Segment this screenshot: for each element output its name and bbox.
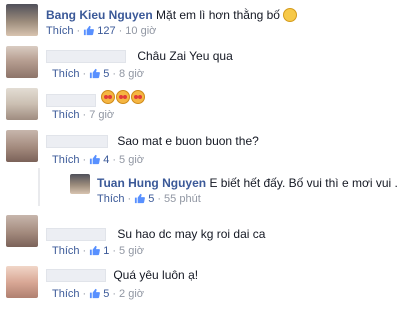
like-link[interactable]: Thích bbox=[52, 245, 80, 257]
thumbs-up-icon bbox=[89, 154, 101, 168]
comment-text: Mặt em lì hơn thằng bố bbox=[156, 8, 280, 22]
comment-text: E biết hết đấy. Bố vui thì e mơi vui . bbox=[209, 176, 398, 190]
thumbs-up-icon bbox=[89, 245, 101, 259]
like-count[interactable]: 4 bbox=[103, 154, 109, 166]
comment-7: Quá yêu luôn ạ! Thích · 5 · 2 giờ bbox=[0, 262, 416, 308]
thumbs-up-icon bbox=[89, 68, 101, 82]
timestamp[interactable]: 55 phút bbox=[164, 193, 201, 205]
comment-text: Châu Zai Yeu qua bbox=[137, 49, 233, 63]
avatar[interactable] bbox=[70, 174, 90, 194]
like-link[interactable]: Thích bbox=[52, 109, 80, 121]
heart-eyes-emoji-icon bbox=[116, 90, 131, 104]
comment-1: Bang Kieu Nguyen Mặt em lì hơn thằng bố … bbox=[0, 0, 416, 40]
like-count[interactable]: 1 bbox=[103, 245, 109, 257]
like-link[interactable]: Thích bbox=[97, 193, 125, 205]
redacted-author bbox=[46, 228, 106, 242]
avatar[interactable] bbox=[6, 88, 38, 120]
comment-meta: Thích · 7 giờ bbox=[52, 109, 115, 121]
timestamp[interactable]: 8 giờ bbox=[119, 68, 144, 80]
comment-meta: Thích · 127 · 10 giờ bbox=[46, 25, 157, 39]
comment-author[interactable]: Bang Kieu Nguyen bbox=[46, 8, 153, 22]
redacted-author bbox=[46, 269, 106, 283]
reply-comment: Tuan Hung Nguyen E biết hết đấy. Bố vui … bbox=[0, 170, 416, 208]
like-link[interactable]: Thích bbox=[52, 288, 80, 300]
timestamp[interactable]: 5 giờ bbox=[119, 154, 144, 166]
like-count[interactable]: 5 bbox=[148, 193, 154, 205]
timestamp[interactable]: 7 giờ bbox=[89, 109, 114, 121]
like-link[interactable]: Thích bbox=[52, 154, 80, 166]
comment-meta: Thích · 5 · 2 giờ bbox=[52, 288, 144, 302]
avatar[interactable] bbox=[6, 215, 38, 247]
emoji-row bbox=[101, 90, 146, 107]
comment-author[interactable]: Tuan Hung Nguyen bbox=[97, 176, 206, 190]
heart-eyes-emoji-icon bbox=[101, 90, 116, 104]
redacted-author bbox=[46, 50, 126, 64]
redacted-author bbox=[46, 135, 108, 149]
thumbs-up-icon bbox=[83, 25, 95, 39]
comment-meta: Thích · 4 · 5 giờ bbox=[52, 154, 144, 168]
like-link[interactable]: Thích bbox=[46, 25, 74, 37]
comment-text: Su hao dc may kg roi dai ca bbox=[117, 227, 266, 241]
avatar[interactable] bbox=[6, 4, 38, 36]
redacted-author bbox=[46, 94, 96, 108]
like-count[interactable]: 5 bbox=[103, 288, 109, 300]
like-count[interactable]: 5 bbox=[103, 68, 109, 80]
comment-meta: Thích · 5 · 8 giờ bbox=[52, 68, 144, 82]
comment-3: Thích · 7 giờ bbox=[0, 84, 416, 124]
avatar[interactable] bbox=[6, 46, 38, 78]
comment-text: Quá yêu luôn ạ! bbox=[113, 268, 199, 282]
like-count[interactable]: 127 bbox=[97, 25, 115, 37]
comment-4: Sao mat e buon buon the? Thích · 4 · 5 giờ bbox=[0, 126, 416, 170]
timestamp[interactable]: 2 giờ bbox=[119, 288, 144, 300]
thumbs-up-icon bbox=[134, 193, 146, 207]
avatar[interactable] bbox=[6, 130, 38, 162]
heart-eyes-emoji-icon bbox=[131, 90, 146, 104]
avatar[interactable] bbox=[6, 266, 38, 298]
like-link[interactable]: Thích bbox=[52, 68, 80, 80]
comment-text: Sao mat e buon buon the? bbox=[117, 134, 259, 148]
timestamp[interactable]: 10 giờ bbox=[125, 25, 156, 37]
smile-emoji-icon bbox=[283, 8, 298, 22]
comment-meta: Thích · 1 · 5 giờ bbox=[52, 245, 144, 259]
thumbs-up-icon bbox=[89, 288, 101, 302]
comment-6: Su hao dc may kg roi dai ca Thích · 1 · 5 g… bbox=[0, 211, 416, 257]
timestamp[interactable]: 5 giờ bbox=[119, 245, 144, 257]
comment-2: Châu Zai Yeu qua Thích · 5 · 8 giờ bbox=[0, 41, 416, 81]
comment-meta: Thích · 5 · 55 phút bbox=[97, 193, 201, 207]
